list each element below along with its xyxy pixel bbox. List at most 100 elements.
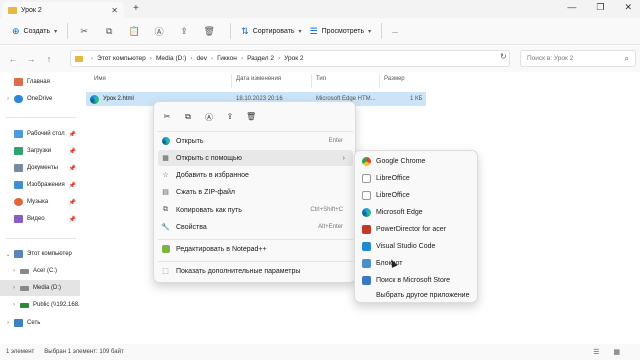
chevron-down-icon[interactable]: ⌄ — [4, 251, 12, 258]
copy-icon[interactable]: ⧉ — [183, 112, 193, 123]
rename-button[interactable]: Ⓐ — [149, 22, 169, 40]
menu-item-label: Редактировать в Notepad++ — [176, 245, 267, 253]
sidebar-item-this-pc[interactable]: ⌄ Этот компьютер — [0, 246, 80, 262]
sort-icon: ⇅ — [241, 25, 249, 36]
menu-item-open[interactable]: Открыть Enter — [158, 133, 353, 149]
menu-item-open-with[interactable]: ▦ Открыть с помощью › — [158, 150, 353, 166]
trash-icon[interactable]: 🗑 — [246, 112, 256, 123]
view-icon: ☰ — [309, 25, 318, 36]
submenu-item-label: Microsoft Edge — [376, 208, 423, 216]
submenu-item-choose-app[interactable]: Выбрать другое приложение — [359, 287, 475, 303]
create-button[interactable]: ⊕ Создать ▾ — [8, 22, 61, 40]
refresh-icon[interactable]: ↻ — [500, 52, 507, 61]
breadcrumb-item[interactable]: Урок 2 — [284, 55, 303, 62]
share-button[interactable]: ⇪ — [174, 22, 194, 40]
delete-button[interactable]: 🗑 — [199, 22, 219, 40]
more-button[interactable]: ... — [388, 22, 402, 40]
pin-icon: 📌 — [68, 131, 76, 138]
scissors-icon[interactable]: ✂ — [162, 112, 172, 123]
minimize-button[interactable]: — — [567, 2, 576, 13]
address-bar[interactable]: › Этот компьютер › Media (D:) › dev › Ги… — [70, 50, 510, 67]
paste-button[interactable]: 📋 — [124, 22, 144, 40]
chevron-right-icon[interactable]: › — [10, 285, 18, 291]
breadcrumb-item[interactable]: dev — [196, 55, 206, 62]
chrome-icon — [362, 156, 371, 166]
back-arrow-icon[interactable]: ← — [6, 54, 20, 64]
cut-button[interactable]: ✂ — [74, 22, 94, 40]
chevron-right-icon[interactable]: › — [4, 320, 12, 326]
sidebar-item-desktop[interactable]: Рабочий стол 📌 — [0, 126, 80, 142]
rename-icon[interactable]: Ⓐ — [204, 112, 214, 123]
submenu-item-edge[interactable]: Microsoft Edge — [359, 204, 475, 220]
column-header-date[interactable]: Дата изменения — [236, 76, 281, 82]
chevron-right-icon[interactable]: › — [10, 268, 18, 274]
network-drive-icon — [20, 302, 29, 308]
sidebar-item-music[interactable]: Музыка 📌 — [0, 194, 80, 210]
shortcut-label: Alt+Enter — [318, 224, 343, 230]
menu-item-more-options[interactable]: ⬚ Показать дополнительные параметры — [158, 263, 353, 279]
column-header-type[interactable]: Тип — [316, 76, 326, 82]
submenu-item-notepad[interactable]: Блокнот — [359, 255, 475, 271]
copy-button[interactable]: ⧉ — [99, 22, 119, 40]
sidebar-item-label: Видео — [27, 216, 45, 222]
details-view-icon[interactable]: ☰ — [593, 348, 599, 356]
address-row: ← → ↑ › Этот компьютер › Media (D:) › de… — [0, 46, 640, 72]
breadcrumb-item[interactable]: Гиккон — [217, 55, 237, 62]
forward-arrow-icon[interactable]: → — [24, 54, 38, 64]
divider — [381, 23, 383, 39]
sidebar-item-label: Acer (C:) — [33, 268, 57, 274]
chevron-right-icon[interactable]: › — [4, 96, 12, 102]
sidebar-item-home[interactable]: Главная — [0, 74, 80, 90]
submenu-item-libreoffice-1[interactable]: LibreOffice — [359, 170, 475, 186]
sort-button[interactable]: ⇅ Сортировать ▾ — [237, 22, 305, 40]
download-icon — [14, 147, 23, 155]
chevron-right-icon[interactable]: › — [10, 302, 18, 308]
view-button[interactable]: ☰ Просмотреть ▾ — [306, 22, 376, 40]
sidebar-item-downloads[interactable]: Загрузки 📌 — [0, 143, 80, 159]
sidebar-item-drive-c[interactable]: › Acer (C:) — [0, 263, 80, 279]
menu-item-add-favorites[interactable]: ☆ Добавить в избранное — [158, 167, 353, 183]
video-icon — [14, 215, 23, 223]
tiles-view-icon[interactable]: ▦ — [613, 348, 620, 356]
submenu-item-vscode[interactable]: Visual Studio Code — [359, 238, 475, 254]
menu-item-notepadpp[interactable]: Редактировать в Notepad++ — [158, 241, 353, 257]
pin-icon: 📌 — [68, 182, 76, 189]
share-icon[interactable]: ⇪ — [225, 112, 235, 123]
sidebar-item-drive-d[interactable]: › Media (D:) — [0, 280, 80, 296]
close-window-button[interactable]: ✕ — [624, 2, 632, 13]
sidebar-item-onedrive[interactable]: › OneDrive — [0, 91, 80, 107]
sort-label: Сортировать — [252, 27, 295, 35]
tab-current[interactable]: Урок 2 ✕ — [2, 2, 124, 18]
submenu-item-chrome[interactable]: Google Chrome — [359, 153, 475, 169]
picture-icon — [14, 181, 23, 189]
submenu-item-label: Поиск в Microsoft Store — [376, 276, 451, 284]
sidebar-item-network-drive[interactable]: › Public (\\192.168. — [0, 297, 80, 313]
menu-item-zip[interactable]: ▤ Сжать в ZIP-файл — [158, 184, 353, 200]
sidebar-item-documents[interactable]: Документы 📌 — [0, 160, 80, 176]
breadcrumb-item[interactable]: Раздел 2 — [247, 55, 274, 62]
submenu-item-libreoffice-2[interactable]: LibreOffice — [359, 187, 475, 203]
sidebar-item-pictures[interactable]: Изображения 📌 — [0, 177, 80, 193]
column-header-name[interactable]: Имя — [94, 76, 106, 82]
menu-item-properties[interactable]: 🔧 Свойства Alt+Enter — [158, 219, 353, 235]
new-tab-button[interactable]: + — [133, 3, 139, 14]
sidebar-item-network[interactable]: › Сеть — [0, 315, 80, 331]
divider — [6, 117, 76, 118]
search-input[interactable]: Поиск в: Урок 2 ⌕ — [520, 50, 636, 67]
menu-item-label: Сжать в ZIP-файл — [176, 188, 235, 196]
maximize-button[interactable]: ❐ — [596, 2, 604, 13]
menu-item-copy-path[interactable]: ⧉ Копировать как путь Ctrl+Shift+C — [158, 202, 353, 218]
share-icon: ⇪ — [180, 25, 188, 36]
breadcrumb-item[interactable]: Media (D:) — [156, 55, 186, 62]
submenu-item-store[interactable]: Поиск в Microsoft Store — [359, 272, 475, 288]
libreoffice-icon — [362, 190, 371, 200]
sidebar-item-videos[interactable]: Видео 📌 — [0, 211, 80, 227]
breadcrumb-item[interactable]: Этот компьютер — [97, 55, 146, 62]
submenu-item-label: Visual Studio Code — [376, 242, 436, 250]
close-tab-icon[interactable]: ✕ — [111, 6, 118, 15]
up-arrow-icon[interactable]: ↑ — [42, 54, 56, 64]
column-header-size[interactable]: Размер — [384, 76, 405, 82]
more-label: ... — [392, 27, 398, 35]
divider — [379, 74, 380, 88]
submenu-item-powerdirector[interactable]: PowerDirector for acer — [359, 221, 475, 237]
